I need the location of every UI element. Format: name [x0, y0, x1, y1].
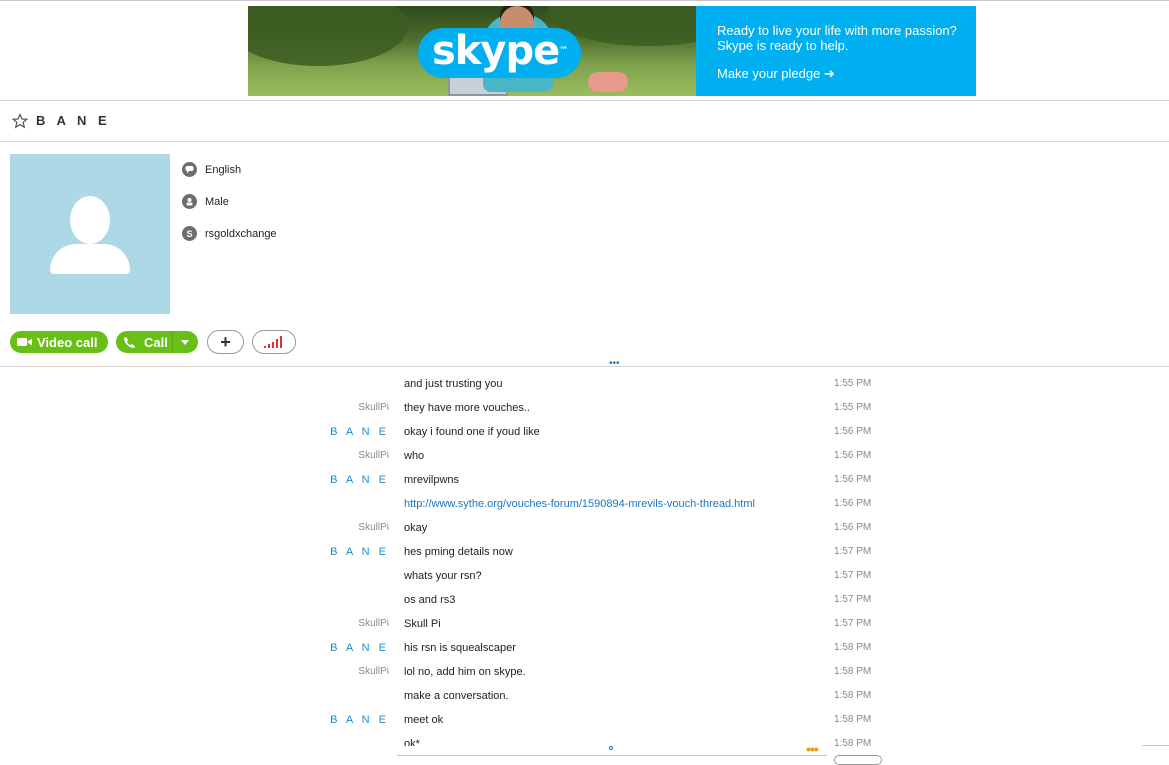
- ad-headline-line1: Ready to live your life with more passio…: [717, 23, 957, 38]
- favorite-star-icon[interactable]: [12, 113, 28, 129]
- ad-cta-link[interactable]: Make your pledge ➜: [717, 66, 976, 81]
- chat-message: SkullPi who 1:56 PM: [0, 446, 1169, 470]
- message-sender: B A N E: [330, 546, 389, 558]
- message-input[interactable]: [397, 755, 827, 756]
- language-value: English: [205, 163, 242, 176]
- message-timestamp: 1:56 PM: [834, 474, 872, 485]
- message-timestamp: 1:57 PM: [834, 594, 872, 605]
- message-text: they have more vouches..: [404, 402, 530, 414]
- message-sender: SkullPi: [358, 450, 389, 461]
- plus-icon: +: [220, 331, 231, 352]
- skype-name-value: rsgoldxchange: [205, 227, 277, 240]
- video-camera-icon: [17, 338, 32, 346]
- add-participant-button[interactable]: +: [207, 330, 244, 354]
- chat-history[interactable]: and just trusting you 1:55 PM SkullPi they …: [0, 374, 1169, 746]
- message-timestamp: 1:58 PM: [834, 666, 872, 677]
- message-link[interactable]: http://www.sythe.org/vouches-forum/15908…: [404, 498, 755, 510]
- message-sender: SkullPi: [358, 666, 389, 677]
- avatar: [10, 154, 170, 314]
- call-dropdown-chevron-icon[interactable]: [181, 340, 189, 345]
- message-text: mrevilpwns: [404, 474, 460, 486]
- message-timestamp: 1:57 PM: [834, 546, 872, 557]
- message-timestamp: 1:56 PM: [834, 426, 872, 437]
- ad-banner[interactable]: skype™ Ready to live your life with more…: [248, 6, 976, 96]
- top-border: [0, 0, 1169, 1]
- message-sender: B A N E: [330, 714, 389, 726]
- message-sender: SkullPi: [358, 402, 389, 413]
- message-text: okay i found one if youd like: [404, 426, 540, 438]
- skype-name-row: S rsgoldxchange: [182, 226, 277, 241]
- send-button[interactable]: [834, 755, 882, 765]
- message-timestamp: 1:57 PM: [834, 570, 872, 581]
- ad-photo: skype™: [248, 6, 696, 96]
- phone-icon: [124, 336, 135, 348]
- ad-headline-line2: Skype is ready to help.: [717, 38, 849, 53]
- message-text: okay: [404, 522, 428, 534]
- call-button[interactable]: Call: [116, 331, 198, 353]
- chat-message: SkullPi they have more vouches.. 1:55 PM: [0, 398, 1169, 422]
- header-divider: [0, 100, 1169, 101]
- message-timestamp: 1:58 PM: [834, 690, 872, 701]
- chat-message: make a conversation. 1:58 PM: [0, 686, 1169, 710]
- chat-message: B A N E hes pming details now 1:57 PM: [0, 542, 1169, 566]
- call-quality-button[interactable]: [252, 330, 296, 354]
- chat-message: and just trusting you 1:55 PM: [0, 374, 1169, 398]
- message-text: who: [404, 450, 425, 462]
- skype-logo: skype™: [418, 28, 582, 78]
- message-timestamp: 1:55 PM: [834, 402, 872, 413]
- message-text: make a conversation.: [404, 690, 509, 702]
- signal-bars-icon: [264, 336, 282, 348]
- chat-message: SkullPi okay 1:56 PM: [0, 518, 1169, 542]
- video-call-label: Video call: [37, 334, 98, 350]
- pane-resize-handle[interactable]: •••: [609, 358, 620, 369]
- language-row: English: [182, 162, 241, 177]
- message-text: and just trusting you: [404, 378, 503, 390]
- message-timestamp: 1:55 PM: [834, 378, 872, 389]
- message-text: whats your rsn?: [404, 570, 482, 582]
- video-call-button[interactable]: Video call: [10, 331, 108, 353]
- gender-value: Male: [205, 195, 229, 208]
- profile-divider: [0, 141, 1169, 142]
- chat-message: SkullPi Skull Pi 1:57 PM: [0, 614, 1169, 638]
- message-timestamp: 1:56 PM: [834, 522, 872, 533]
- person-icon: [182, 194, 197, 209]
- message-timestamp: 1:56 PM: [834, 498, 872, 509]
- chat-message: ok* 1:58 PM: [0, 734, 1169, 746]
- chat-message: B A N E his rsn is squealscaper 1:58 PM: [0, 638, 1169, 662]
- message-timestamp: 1:58 PM: [834, 642, 872, 653]
- typing-indicator-icon: [609, 746, 613, 750]
- message-timestamp: 1:58 PM: [834, 738, 872, 746]
- call-label: Call: [144, 334, 168, 350]
- message-text: lol no, add him on skype.: [404, 666, 526, 678]
- gender-row: Male: [182, 194, 229, 209]
- speech-bubble-icon: [182, 162, 197, 177]
- message-timestamp: 1:58 PM: [834, 714, 872, 725]
- message-timestamp: 1:57 PM: [834, 618, 872, 629]
- chat-message: B A N E meet ok 1:58 PM: [0, 710, 1169, 734]
- chat-message: whats your rsn? 1:57 PM: [0, 566, 1169, 590]
- message-text: his rsn is squealscaper: [404, 642, 516, 654]
- chat-divider: [0, 366, 1169, 367]
- message-text: meet ok: [404, 714, 444, 726]
- contact-name: B A N E: [36, 113, 111, 128]
- chat-message: SkullPi lol no, add him on skype. 1:58 PM: [0, 662, 1169, 686]
- message-sender: B A N E: [330, 426, 389, 438]
- right-edge-divider: [1142, 745, 1169, 746]
- message-text: hes pming details now: [404, 546, 513, 558]
- chat-message: B A N E mrevilpwns 1:56 PM: [0, 470, 1169, 494]
- chat-message: http://www.sythe.org/vouches-forum/15908…: [0, 494, 1169, 518]
- message-text: os and rs3: [404, 594, 456, 606]
- message-sender: SkullPi: [358, 522, 389, 533]
- message-timestamp: 1:56 PM: [834, 450, 872, 461]
- ad-text-panel: Ready to live your life with more passio…: [696, 6, 976, 96]
- message-sender: B A N E: [330, 474, 389, 486]
- message-sender: B A N E: [330, 642, 389, 654]
- message-text: ok*: [404, 738, 420, 746]
- message-sender: SkullPi: [358, 618, 389, 629]
- chat-message: os and rs3 1:57 PM: [0, 590, 1169, 614]
- skype-icon: S: [182, 226, 197, 241]
- message-text: Skull Pi: [404, 618, 441, 630]
- chat-message: B A N E okay i found one if youd like 1:56…: [0, 422, 1169, 446]
